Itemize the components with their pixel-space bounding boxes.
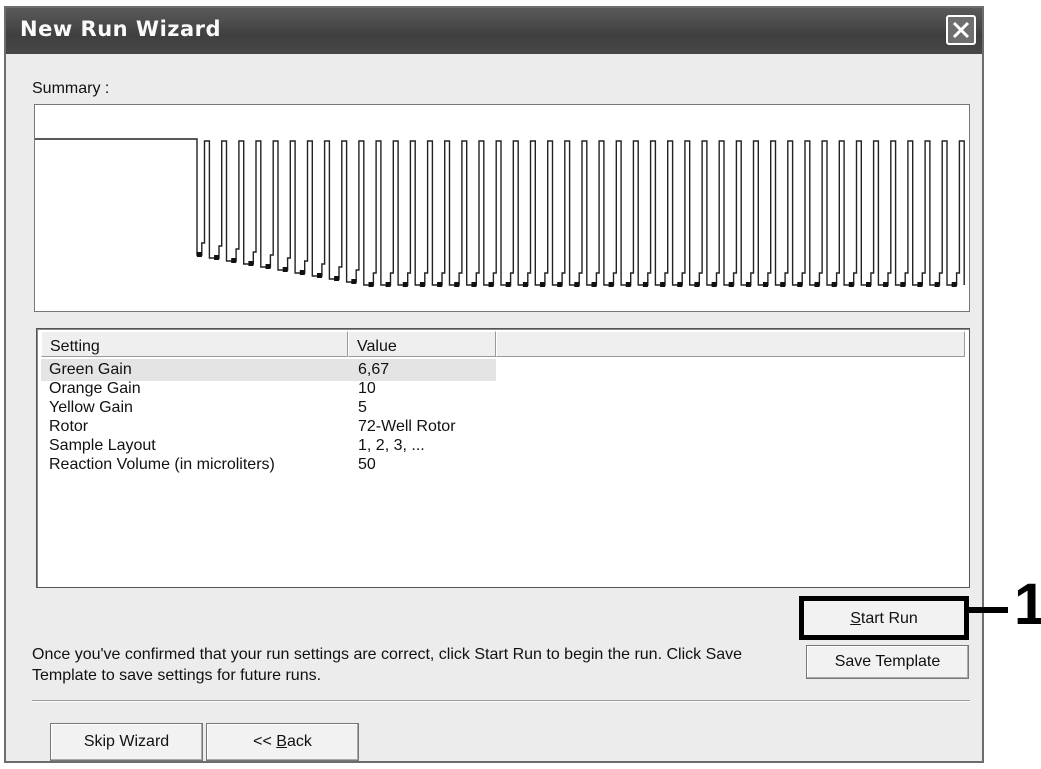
acquisition-marker	[934, 282, 940, 287]
table-cell-setting[interactable]: Reaction Volume (in microliters)	[49, 456, 275, 474]
acquisition-marker	[317, 273, 322, 278]
save-template-button[interactable]: Save Template	[806, 645, 969, 679]
table-cell-setting[interactable]: Green Gain	[49, 361, 132, 379]
table-cell-value[interactable]: 10	[358, 380, 376, 398]
skip-wizard-button[interactable]: Skip Wizard	[50, 723, 203, 761]
acquisition-marker	[574, 282, 580, 287]
back-label: ack	[286, 733, 312, 750]
acquisition-marker	[591, 282, 597, 287]
acquisition-marker	[248, 261, 254, 266]
acquisition-marker	[196, 252, 202, 257]
acquisition-marker	[883, 282, 889, 287]
acquisition-marker	[231, 258, 237, 263]
acquisition-marker	[797, 282, 803, 287]
acquisition-marker	[299, 270, 305, 275]
table-cell-value[interactable]: 5	[358, 399, 367, 417]
divider	[32, 700, 970, 702]
table-cell-setting[interactable]: Yellow Gain	[49, 399, 133, 417]
thermal-profile-graph	[35, 138, 965, 287]
table-cell-setting[interactable]: Orange Gain	[49, 380, 141, 398]
table-cell-setting[interactable]: Rotor	[49, 418, 88, 436]
acquisition-marker	[557, 282, 563, 287]
acquisition-marker	[471, 282, 477, 287]
acquisition-marker	[831, 282, 837, 287]
acquisition-marker	[728, 282, 734, 287]
acquisition-marker	[351, 279, 357, 284]
back-prefix: <<	[253, 733, 277, 750]
start-run-mnemonic: S	[850, 610, 861, 627]
column-header-empty	[496, 331, 965, 357]
acquisition-marker	[282, 267, 288, 272]
acquisition-marker	[334, 276, 340, 281]
acquisition-marker	[488, 282, 494, 287]
acquisition-marker	[711, 282, 717, 287]
acquisition-marker	[214, 255, 220, 260]
back-mnemonic: B	[276, 733, 287, 750]
acquisition-marker	[505, 282, 511, 287]
new-run-wizard-window: New Run Wizard Summary : Setting Value G…	[4, 6, 984, 763]
acquisition-marker	[368, 282, 374, 287]
acquisition-marker	[745, 282, 751, 287]
acquisition-marker	[866, 282, 871, 287]
acquisition-marker	[694, 282, 700, 287]
table-cell-value[interactable]: 50	[358, 456, 376, 474]
thermal-profile-summary	[34, 104, 970, 312]
callout-line	[968, 607, 1008, 613]
acquisition-marker	[625, 282, 631, 287]
acquisition-marker	[660, 282, 666, 287]
acquisition-marker	[454, 282, 460, 287]
temperature-profile-line	[35, 138, 965, 286]
acquisition-marker	[385, 282, 391, 287]
start-run-label: tart Run	[860, 610, 918, 627]
title-bar[interactable]: New Run Wizard	[6, 8, 982, 54]
summary-label: Summary :	[32, 80, 110, 97]
column-header-value[interactable]: Value	[348, 331, 496, 357]
acquisition-marker	[917, 282, 923, 287]
acquisition-marker	[814, 282, 820, 287]
back-button[interactable]: << Back	[206, 723, 359, 761]
acquisition-marker	[265, 264, 271, 269]
acquisition-marker	[540, 282, 545, 287]
callout-number: 1	[1014, 572, 1041, 637]
acquisition-marker	[780, 282, 786, 287]
table-cell-value[interactable]: 72-Well Rotor	[358, 418, 456, 436]
acquisition-marker	[522, 282, 528, 287]
column-header-setting[interactable]: Setting	[41, 331, 348, 357]
acquisition-marker	[763, 282, 768, 287]
acquisition-marker	[677, 282, 683, 287]
settings-table: Setting Value Green Gain 6,67 Orange Gain 1…	[36, 328, 970, 588]
window-title: New Run Wizard	[20, 17, 222, 41]
acquisition-marker	[848, 282, 854, 287]
table-cell-value[interactable]: 1, 2, 3, ...	[358, 437, 425, 455]
instructions-text: Once you've confirmed that your run sett…	[32, 646, 743, 684]
table-cell-value[interactable]: 6,67	[358, 361, 389, 379]
acquisition-marker	[419, 282, 425, 287]
acquisition-marker	[951, 282, 957, 287]
start-run-button[interactable]: Start Run	[799, 596, 969, 640]
acquisition-marker	[402, 282, 408, 287]
acquisition-marker	[437, 282, 443, 287]
acquisition-marker	[900, 282, 906, 287]
table-cell-setting[interactable]: Sample Layout	[49, 437, 156, 455]
acquisition-marker	[642, 282, 648, 287]
close-button[interactable]	[946, 15, 976, 45]
acquisition-marker	[608, 282, 614, 287]
close-icon	[952, 21, 970, 39]
